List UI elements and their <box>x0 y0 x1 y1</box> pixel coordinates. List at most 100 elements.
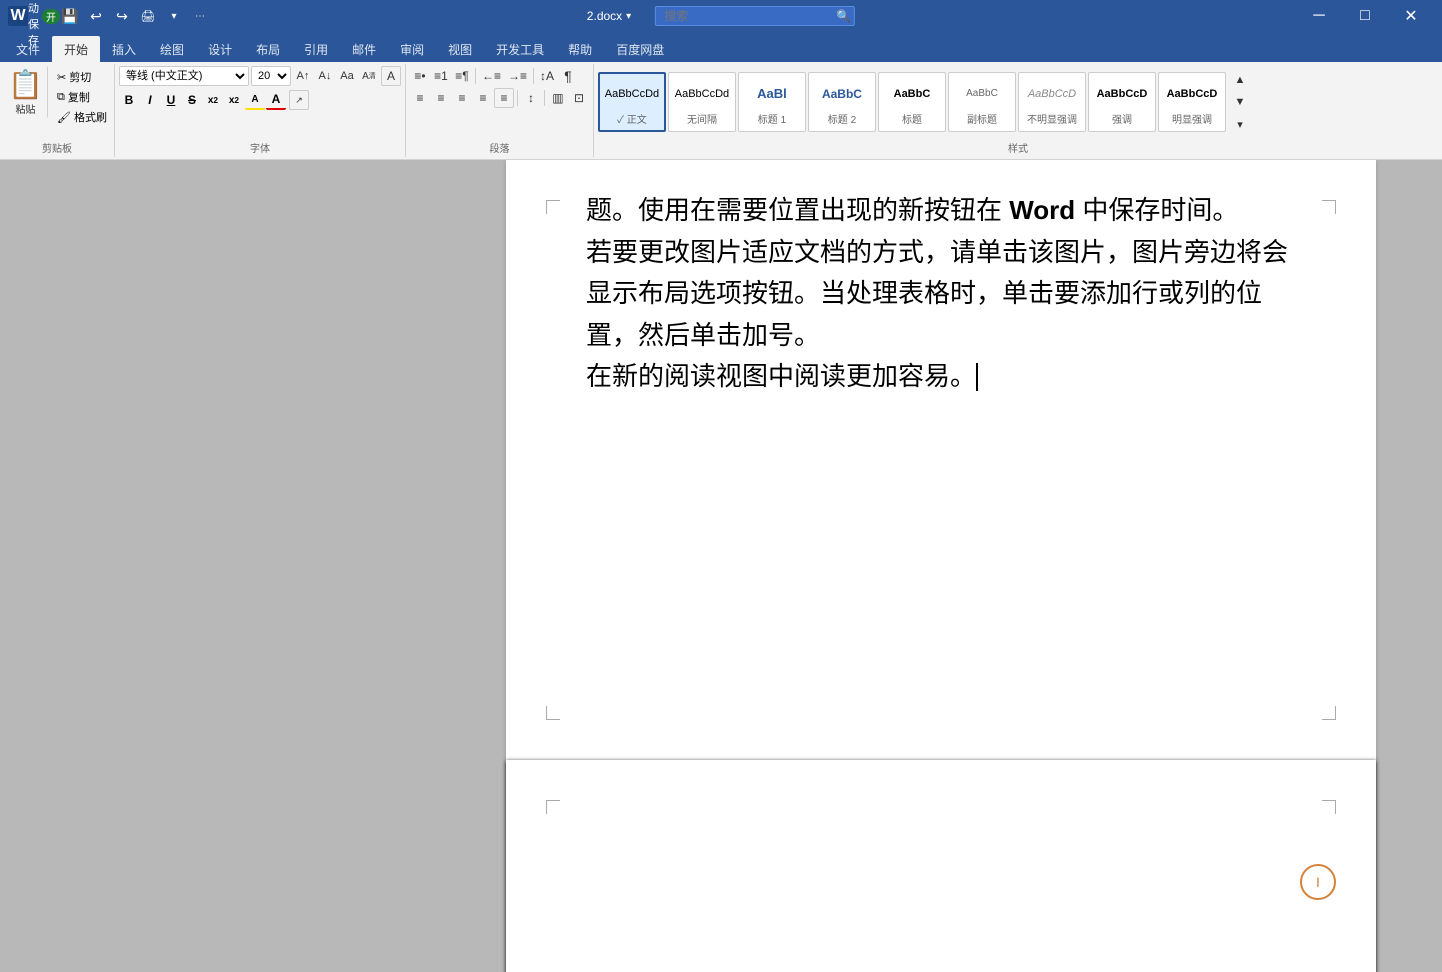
style-no-spacing[interactable]: AaBbCcDd 无间隔 <box>668 72 736 132</box>
decrease-indent-button[interactable]: ←≡ <box>479 66 504 86</box>
style-heading[interactable]: AaBbC 标题 <box>878 72 946 132</box>
style-heading-preview: AaBbC <box>894 79 931 109</box>
font-group-label: 字体 <box>119 138 401 155</box>
clear-format-button[interactable]: A清 <box>359 66 379 86</box>
corner-tl-1 <box>546 200 560 214</box>
group-paragraph: ≡• ≡1 ≡¶ ←≡ →≡ ↕A ¶ ≡ ≡ ≡ ≡ ≡ ↕ ▥ <box>406 64 594 157</box>
italic-button[interactable]: I <box>140 90 160 110</box>
text-effects-button[interactable]: A <box>381 66 401 86</box>
tab-developer[interactable]: 开发工具 <box>484 36 556 62</box>
close-button[interactable]: ✕ <box>1388 0 1434 32</box>
change-case-button[interactable]: Aa <box>337 66 357 86</box>
sort-button[interactable]: ↕A <box>537 66 557 86</box>
tab-review[interactable]: 审阅 <box>388 36 436 62</box>
more-commands-button[interactable]: ⋯ <box>190 6 210 26</box>
page1-content[interactable]: 题。使用在需要位置出现的新按钮在 Word 中保存时间。 若要更改图片适应文档的… <box>586 190 1296 398</box>
styles-content: AaBbCcDd ✓ 正文 AaBbCcDd 无间隔 AaBl 标题 1 AaB… <box>598 66 1438 138</box>
word-icon: W <box>8 6 28 26</box>
para-divider3 <box>517 90 518 106</box>
highlight-button[interactable]: A <box>245 90 265 110</box>
justify-button[interactable]: ≡ <box>473 88 493 108</box>
distribute-button[interactable]: ≡ <box>494 88 514 108</box>
copy-icon: ⧉ <box>57 91 65 104</box>
style-intense-emphasis-label: 明显强调 <box>1172 111 1212 126</box>
corner-tl-2 <box>546 800 560 814</box>
tab-draw[interactable]: 绘图 <box>148 36 196 62</box>
style-subtitle[interactable]: AaBbC 副标题 <box>948 72 1016 132</box>
style-nospacing-label: 无间隔 <box>687 111 717 126</box>
tab-design[interactable]: 设计 <box>196 36 244 62</box>
format-painter-label: 格式刷 <box>74 109 107 125</box>
font-family-select[interactable]: 等线 (中文正文) <box>119 66 249 86</box>
multilevel-button[interactable]: ≡¶ <box>452 66 472 86</box>
subscript-button[interactable]: x2 <box>203 90 223 110</box>
format-painter-icon: 🖌 <box>57 111 71 124</box>
style-heading2[interactable]: AaBbC 标题 2 <box>808 72 876 132</box>
customize-qat-button[interactable]: ▾ <box>164 6 184 26</box>
line-spacing-button[interactable]: ↕ <box>521 88 541 108</box>
show-marks-button[interactable]: ¶ <box>558 66 578 86</box>
tab-view[interactable]: 视图 <box>436 36 484 62</box>
paste-icon: 📋 <box>8 68 43 101</box>
font-shrink-button[interactable]: A↓ <box>315 66 335 86</box>
border-button[interactable]: ⊡ <box>569 88 589 108</box>
font-color-button[interactable]: A <box>266 90 286 110</box>
tab-help[interactable]: 帮助 <box>556 36 604 62</box>
style-intense-emphasis[interactable]: AaBbCcD 明显强调 <box>1158 72 1226 132</box>
ribbon: 📋 粘贴 ✂ 剪切 ⧉ 复制 🖌 格式刷 剪贴板 <box>0 62 1442 160</box>
font-grow-button[interactable]: A↑ <box>293 66 313 86</box>
page-1[interactable]: 题。使用在需要位置出现的新按钮在 Word 中保存时间。 若要更改图片适应文档的… <box>506 160 1376 760</box>
para-divider2 <box>533 68 534 84</box>
group-clipboard: 📋 粘贴 ✂ 剪切 ⧉ 复制 🖌 格式刷 剪贴板 <box>0 64 115 157</box>
align-left-button[interactable]: ≡ <box>410 88 430 108</box>
superscript-button[interactable]: x2 <box>224 90 244 110</box>
page-area[interactable]: 题。使用在需要位置出现的新按钮在 Word 中保存时间。 若要更改图片适应文档的… <box>440 160 1442 972</box>
style-emphasis[interactable]: AaBbCcD 强调 <box>1088 72 1156 132</box>
clipboard-group-label: 剪贴板 <box>4 138 110 155</box>
copy-button[interactable]: ⧉ 复制 <box>54 88 110 106</box>
tab-mailings[interactable]: 邮件 <box>340 36 388 62</box>
undo-button[interactable]: ↩ <box>86 6 106 26</box>
autosave-toggle[interactable]: 自动保存 开 <box>34 6 54 26</box>
underline-button[interactable]: U <box>161 90 181 110</box>
font-dialog-button[interactable]: ↗ <box>289 90 309 110</box>
tab-home[interactable]: 开始 <box>52 36 100 62</box>
format-painter-button[interactable]: 🖌 格式刷 <box>54 108 110 126</box>
corner-tr-1 <box>1322 200 1336 214</box>
print-preview-button[interactable]: 🖨 <box>138 6 158 26</box>
maximize-button[interactable]: □ <box>1342 0 1388 32</box>
tab-file[interactable]: 文件 <box>4 36 52 62</box>
tab-insert[interactable]: 插入 <box>100 36 148 62</box>
align-right-button[interactable]: ≡ <box>452 88 472 108</box>
tab-references[interactable]: 引用 <box>292 36 340 62</box>
increase-indent-button[interactable]: →≡ <box>505 66 530 86</box>
style-subtle-emphasis[interactable]: AaBbCcD 不明显强调 <box>1018 72 1086 132</box>
cut-button[interactable]: ✂ 剪切 <box>54 68 110 86</box>
paragraph-content: ≡• ≡1 ≡¶ ←≡ →≡ ↕A ¶ ≡ ≡ ≡ ≡ ≡ ↕ ▥ <box>410 66 589 138</box>
minimize-button[interactable]: ─ <box>1296 0 1342 32</box>
strikethrough-button[interactable]: S <box>182 90 202 110</box>
style-heading1[interactable]: AaBl 标题 1 <box>738 72 806 132</box>
paste-button[interactable]: 📋 粘贴 <box>4 66 48 118</box>
para-divider4 <box>544 90 545 106</box>
page-2[interactable]: I <box>506 760 1376 972</box>
font-size-select[interactable]: 20 <box>251 66 291 86</box>
styles-more[interactable]: ▾ <box>1230 114 1250 134</box>
filename-dropdown-icon[interactable]: ▾ <box>626 11 631 22</box>
redo-button[interactable]: ↪ <box>112 6 132 26</box>
style-normal[interactable]: AaBbCcDd ✓ 正文 <box>598 72 666 132</box>
bullets-button[interactable]: ≡• <box>410 66 430 86</box>
align-center-button[interactable]: ≡ <box>431 88 451 108</box>
save-button[interactable]: 💾 <box>60 6 80 26</box>
tab-layout[interactable]: 布局 <box>244 36 292 62</box>
para-row1: ≡• ≡1 ≡¶ ←≡ →≡ ↕A ¶ <box>410 66 578 86</box>
numbering-button[interactable]: ≡1 <box>431 66 451 86</box>
styles-scroll-up[interactable]: ▲ <box>1230 70 1250 90</box>
shading-button[interactable]: ▥ <box>548 88 568 108</box>
styles-scroll-down[interactable]: ▼ <box>1230 92 1250 112</box>
styles-group-label: 样式 <box>598 138 1438 155</box>
group-styles: AaBbCcDd ✓ 正文 AaBbCcDd 无间隔 AaBl 标题 1 AaB… <box>594 64 1442 157</box>
tab-baidu[interactable]: 百度网盘 <box>604 36 676 62</box>
search-input[interactable] <box>655 6 855 26</box>
bold-button[interactable]: B <box>119 90 139 110</box>
